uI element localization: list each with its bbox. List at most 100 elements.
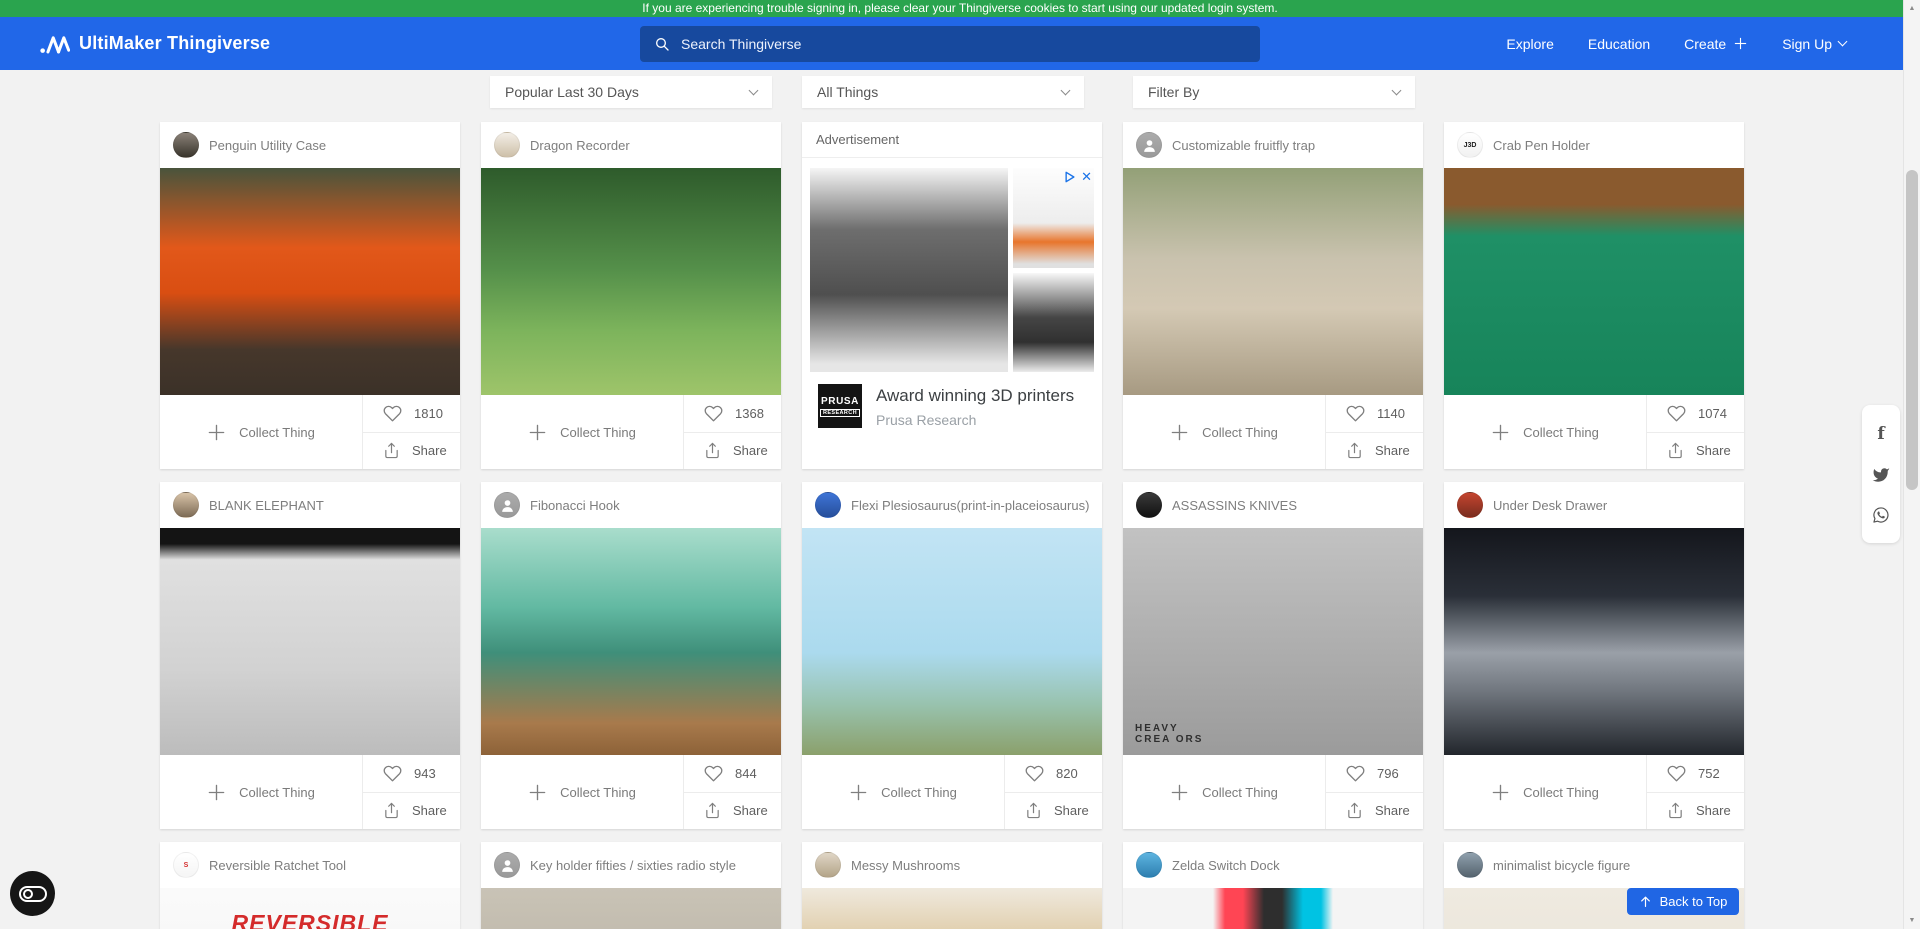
category-dropdown[interactable]: All Things	[802, 76, 1084, 108]
like-count[interactable]: 752	[1647, 755, 1744, 793]
thing-title[interactable]: Crab Pen Holder	[1493, 138, 1590, 153]
thing-title[interactable]: BLANK ELEPHANT	[209, 498, 324, 513]
ad-image-printer[interactable]	[810, 168, 1008, 372]
collect-thing-button[interactable]: Collect Thing	[1444, 755, 1646, 829]
thing-image[interactable]: REVERSIBLE	[160, 888, 460, 929]
like-count[interactable]: 1368	[684, 395, 781, 433]
thing-title[interactable]: Customizable fruitfly trap	[1172, 138, 1315, 153]
avatar[interactable]	[815, 852, 841, 878]
avatar[interactable]	[494, 132, 520, 158]
scrollbar[interactable]: ▲ ▼	[1903, 0, 1920, 929]
thing-title[interactable]: Dragon Recorder	[530, 138, 630, 153]
like-count[interactable]: 1140	[1326, 395, 1423, 433]
thing-title[interactable]: Fibonacci Hook	[530, 498, 620, 513]
like-count[interactable]: 943	[363, 755, 460, 793]
avatar[interactable]	[1136, 492, 1162, 518]
avatar[interactable]	[173, 492, 199, 518]
thing-image[interactable]	[802, 528, 1102, 755]
like-count[interactable]: 1810	[363, 395, 460, 433]
ad-image-small-bottom[interactable]	[1013, 273, 1094, 373]
share-button[interactable]: Share	[1647, 433, 1744, 470]
share-button[interactable]: Share	[1326, 793, 1423, 830]
thing-image[interactable]	[1444, 528, 1744, 755]
avatar[interactable]	[173, 132, 199, 158]
thing-title[interactable]: Penguin Utility Case	[209, 138, 326, 153]
nav-education[interactable]: Education	[1588, 36, 1650, 52]
avatar[interactable]: S	[173, 852, 199, 878]
like-count[interactable]: 820	[1005, 755, 1102, 793]
avatar[interactable]	[1457, 852, 1483, 878]
avatar[interactable]	[494, 852, 520, 878]
thing-title[interactable]: Reversible Ratchet Tool	[209, 858, 346, 873]
sort-dropdown[interactable]: Popular Last 30 Days	[490, 76, 772, 108]
thing-title[interactable]: Key holder fifties / sixties radio style	[530, 858, 736, 873]
plus-icon	[1491, 423, 1510, 442]
back-to-top-button[interactable]: Back to Top	[1627, 888, 1739, 915]
share-button[interactable]: Share	[684, 433, 781, 470]
search-bar[interactable]	[640, 26, 1260, 62]
nav-explore[interactable]: Explore	[1506, 36, 1553, 52]
share-button[interactable]: Share	[684, 793, 781, 830]
thing-title[interactable]: Under Desk Drawer	[1493, 498, 1607, 513]
adchoices-icon[interactable]	[1064, 171, 1076, 183]
collect-thing-button[interactable]: Collect Thing	[802, 755, 1004, 829]
avatar[interactable]	[1457, 492, 1483, 518]
ad-close-icon[interactable]: ✕	[1081, 170, 1092, 183]
thing-title[interactable]: Flexi Plesiosaurus(print-in-placeiosauru…	[851, 498, 1089, 513]
ad-creative[interactable]: ✕	[802, 158, 1102, 378]
nav-create[interactable]: Create	[1684, 36, 1748, 52]
thing-card-footer: Collect Thing 1810 Share	[160, 395, 460, 469]
share-icon	[1025, 802, 1042, 819]
share-button[interactable]: Share	[1326, 433, 1423, 470]
search-input[interactable]	[681, 36, 1246, 52]
cookie-settings-button[interactable]	[10, 871, 55, 916]
whatsapp-share-icon[interactable]	[1872, 506, 1890, 524]
like-count[interactable]: 844	[684, 755, 781, 793]
thing-image[interactable]	[481, 528, 781, 755]
thing-image[interactable]	[1123, 888, 1423, 929]
thing-image[interactable]	[1123, 168, 1423, 395]
thing-title[interactable]: Messy Mushrooms	[851, 858, 960, 873]
collect-thing-button[interactable]: Collect Thing	[1444, 395, 1646, 469]
plus-icon	[528, 423, 547, 442]
thing-image[interactable]: HEAVY CREA ORS	[1123, 528, 1423, 755]
ad-advertiser[interactable]: Prusa Research	[876, 412, 1086, 429]
avatar[interactable]	[494, 492, 520, 518]
collect-thing-button[interactable]: Collect Thing	[160, 395, 362, 469]
share-button[interactable]: Share	[1647, 793, 1744, 830]
avatar[interactable]: J3D	[1457, 132, 1483, 158]
thing-title[interactable]: ASSASSINS KNIVES	[1172, 498, 1297, 513]
nav-sign-up[interactable]: Sign Up	[1782, 36, 1846, 52]
thing-image[interactable]	[160, 528, 460, 755]
thing-title[interactable]: Zelda Switch Dock	[1172, 858, 1280, 873]
twitter-share-icon[interactable]	[1872, 466, 1890, 484]
collect-thing-button[interactable]: Collect Thing	[160, 755, 362, 829]
collect-thing-button[interactable]: Collect Thing	[1123, 755, 1325, 829]
avatar[interactable]	[1136, 852, 1162, 878]
scroll-up-arrow[interactable]: ▲	[1904, 0, 1920, 17]
collect-thing-button[interactable]: Collect Thing	[481, 755, 683, 829]
like-count[interactable]: 796	[1326, 755, 1423, 793]
like-count-value: 796	[1377, 766, 1399, 781]
thing-image[interactable]	[160, 168, 460, 395]
thing-title[interactable]: minimalist bicycle figure	[1493, 858, 1630, 873]
collect-thing-button[interactable]: Collect Thing	[1123, 395, 1325, 469]
filter-by-dropdown[interactable]: Filter By	[1133, 76, 1415, 108]
scrollbar-thumb[interactable]	[1906, 170, 1918, 490]
like-count[interactable]: 1074	[1647, 395, 1744, 433]
thing-image[interactable]	[481, 888, 781, 929]
share-button[interactable]: Share	[363, 433, 460, 470]
facebook-share-icon[interactable]: f	[1877, 424, 1884, 444]
share-button[interactable]: Share	[363, 793, 460, 830]
thing-image[interactable]	[481, 168, 781, 395]
logo[interactable]: UltiMaker Thingiverse	[40, 17, 270, 70]
share-button[interactable]: Share	[1005, 793, 1102, 830]
scroll-down-arrow[interactable]: ▼	[1904, 912, 1920, 929]
ad-headline[interactable]: Award winning 3D printers	[876, 386, 1086, 407]
thing-image[interactable]	[1444, 168, 1744, 395]
avatar[interactable]	[1136, 132, 1162, 158]
avatar[interactable]	[815, 492, 841, 518]
collect-thing-button[interactable]: Collect Thing	[481, 395, 683, 469]
share-icon	[383, 442, 400, 459]
thing-image[interactable]	[802, 888, 1102, 929]
